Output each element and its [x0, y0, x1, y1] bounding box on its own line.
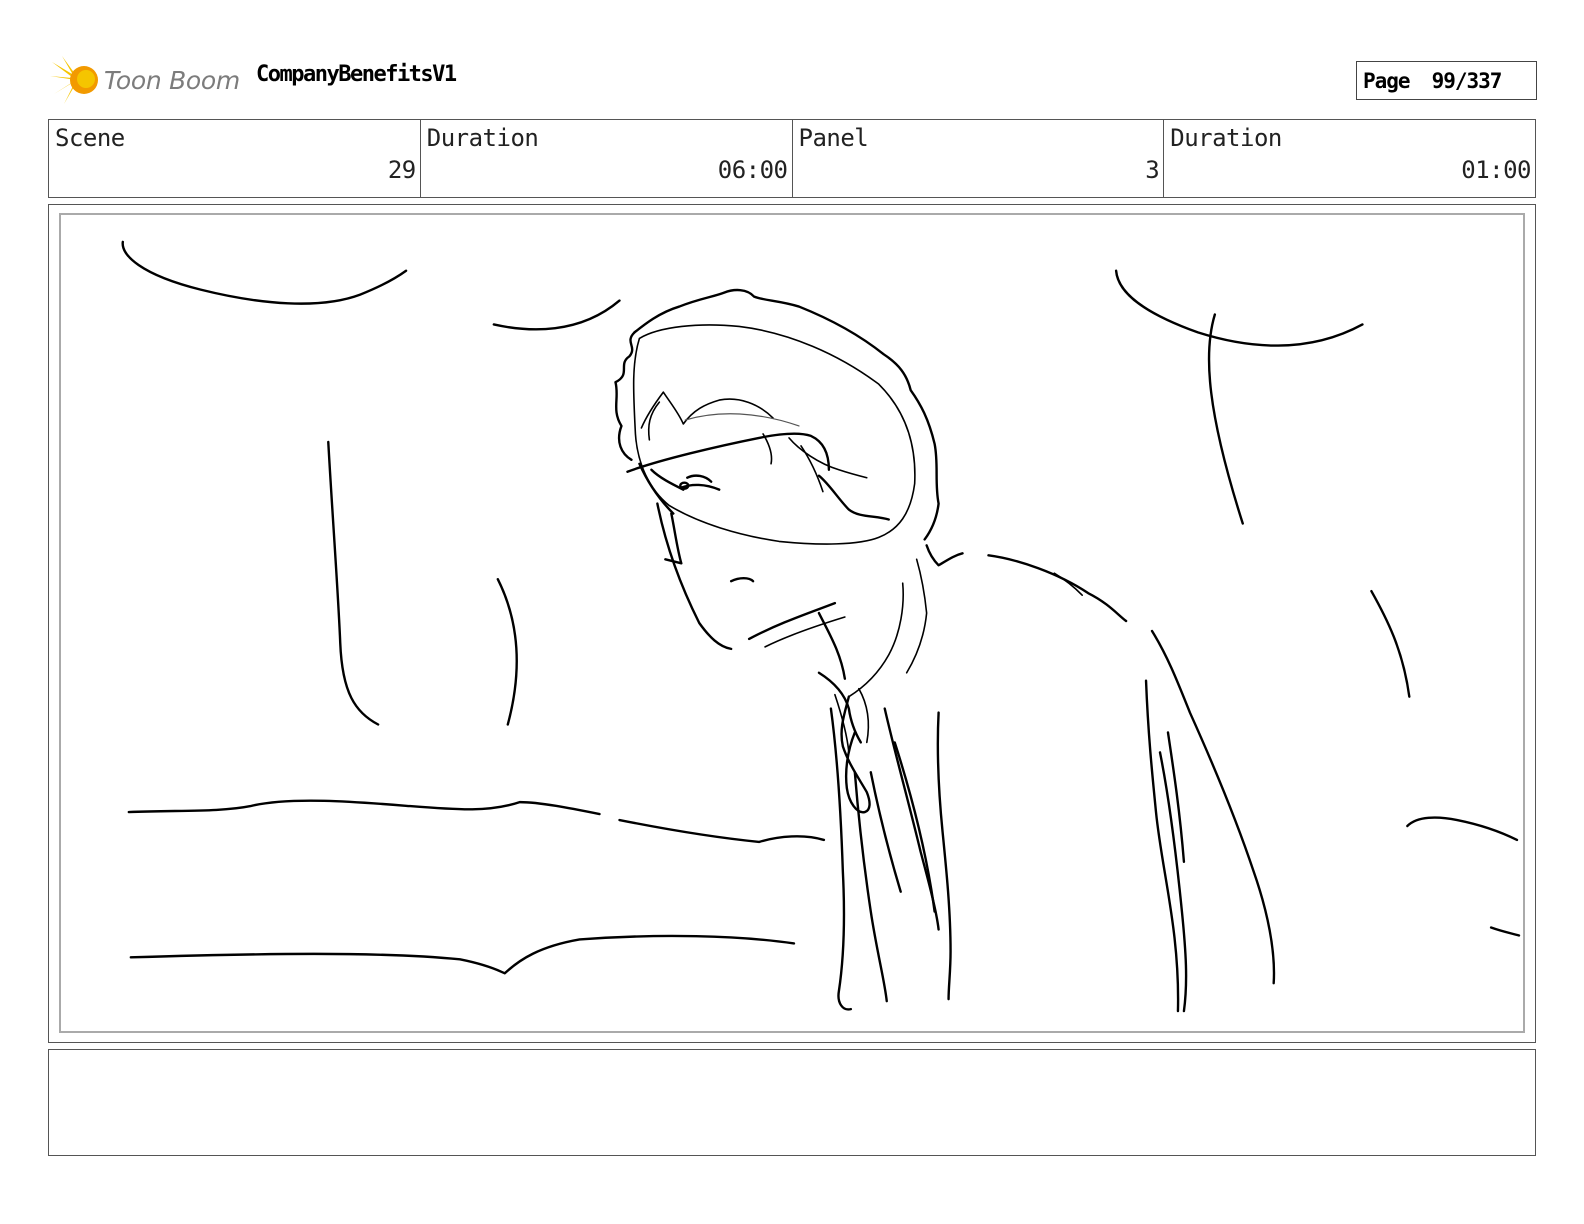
storyboard-panel [48, 204, 1536, 1043]
page-label: Page [1363, 68, 1411, 93]
brand-name: Toon Boom [104, 65, 240, 95]
scene-label: Scene [55, 124, 125, 152]
panel-value: 3 [1145, 156, 1160, 184]
scene-duration-value: 06:00 [717, 156, 788, 184]
panel-sketch-image [121, 240, 1521, 1013]
page-indicator: Page 99/337 [1356, 61, 1537, 100]
page-number: 99/337 [1431, 68, 1503, 93]
panel-label: Panel [798, 124, 869, 152]
scene-cell: Scene 29 [49, 120, 421, 197]
panel-notes-box [48, 1049, 1536, 1156]
panel-drawing-area [59, 213, 1525, 1033]
project-title: CompanyBenefitsV1 [256, 62, 457, 87]
scene-info-table: Scene 29 Duration 06:00 Panel 3 Duration… [48, 119, 1536, 198]
panel-duration-label: Duration [1170, 124, 1282, 152]
scene-duration-label: Duration [426, 124, 539, 152]
scene-value: 29 [387, 156, 416, 184]
starburst-logo-icon [50, 56, 98, 104]
panel-duration-cell: Duration 01:00 [1164, 120, 1535, 197]
toon-boom-logo: Toon Boom [50, 54, 240, 106]
panel-duration-value: 01:00 [1461, 156, 1531, 184]
scene-duration-cell: Duration 06:00 [421, 120, 793, 197]
panel-cell: Panel 3 [793, 120, 1165, 197]
